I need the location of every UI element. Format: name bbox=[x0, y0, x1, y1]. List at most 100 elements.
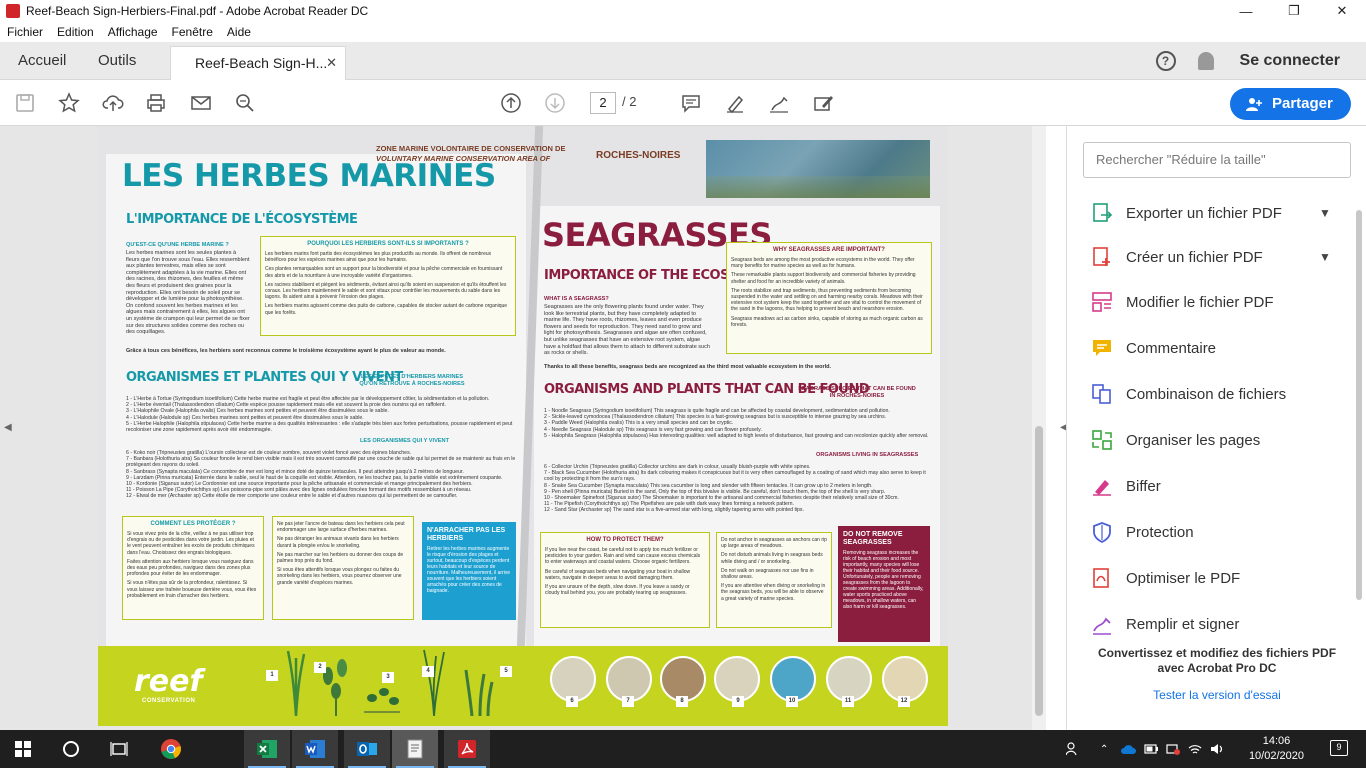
chevron-down-icon[interactable]: ▼ bbox=[1319, 206, 1331, 220]
organism-number-tag: 12 bbox=[898, 696, 910, 707]
tools-scrollbar[interactable] bbox=[1353, 196, 1365, 626]
tool-label: Optimiser le PDF bbox=[1126, 569, 1241, 587]
tool-protect[interactable]: Protection bbox=[1091, 519, 1194, 545]
plant-number-tag: 4 bbox=[422, 666, 434, 677]
next-page-icon[interactable] bbox=[544, 92, 566, 114]
sign-pen-icon[interactable] bbox=[768, 92, 790, 114]
menu-fichier[interactable]: Fichier bbox=[0, 25, 50, 39]
upgrade-promo: Convertissez et modifiez des fichiers PD… bbox=[1067, 646, 1366, 702]
onedrive-cloud-icon[interactable] bbox=[1120, 743, 1137, 755]
upload-cloud-icon[interactable] bbox=[102, 92, 124, 114]
tool-comment[interactable]: Commentaire bbox=[1091, 335, 1216, 361]
list-item: 7 - Black Sea Cucumber (Holothuria atra)… bbox=[544, 470, 926, 483]
close-button[interactable]: ✕ bbox=[1318, 0, 1366, 22]
protect-icon bbox=[1093, 522, 1111, 543]
tool-export-pdf[interactable]: Exporter un fichier PDF ▼ bbox=[1091, 200, 1331, 226]
acrobat-reader-icon bbox=[458, 740, 476, 758]
list-item: Do not anchor in seagrasses as anchors c… bbox=[721, 537, 827, 550]
outlook-icon bbox=[357, 742, 377, 756]
document-viewer-icon bbox=[407, 739, 423, 759]
list-item: Ne pas jeter l'ancre de bateau dans les … bbox=[277, 521, 405, 534]
fr-protect-box-2: Ne pas jeter l'ancre de bateau dans les … bbox=[272, 516, 414, 620]
start-button[interactable] bbox=[0, 730, 46, 768]
fr-benefits-text: Grâce à tous ces bénéfices, les herbiers… bbox=[126, 348, 446, 354]
tool-create-pdf[interactable]: Créer un fichier PDF ▼ bbox=[1091, 244, 1331, 270]
en-why-box: WHY SEAGRASSES ARE IMPORTANT? Seagrass b… bbox=[726, 242, 932, 354]
plant-number-tag: 3 bbox=[382, 672, 394, 683]
list-item: 7 - Banbara (Holothuria atra) Sa couleur… bbox=[126, 456, 516, 469]
tab-document-label: Reef-Beach Sign-H... bbox=[195, 55, 328, 71]
list-item: Ne pas déranger les animaux vivants dans… bbox=[277, 536, 399, 549]
collapse-left-panel-icon[interactable]: ◀ bbox=[4, 422, 12, 433]
reef-logo: reef bbox=[134, 664, 203, 699]
task-view-button[interactable] bbox=[96, 730, 142, 768]
share-button[interactable]: Partager bbox=[1230, 88, 1351, 120]
tool-combine-files[interactable]: Combinaison de fichiers bbox=[1091, 381, 1286, 407]
tool-organize-pages[interactable]: Organiser les pages bbox=[1091, 427, 1260, 453]
menu-fenetre[interactable]: Fenêtre bbox=[165, 25, 220, 39]
save-icon[interactable] bbox=[14, 92, 36, 114]
tool-edit-pdf[interactable]: Modifier le fichier PDF bbox=[1091, 289, 1274, 315]
tool-label: Créer un fichier PDF bbox=[1126, 248, 1263, 266]
notifications-icon[interactable]: 9 bbox=[1330, 740, 1348, 756]
list-item: These remarkable plants support biodiver… bbox=[731, 272, 916, 285]
page-number-input[interactable]: 2 bbox=[590, 92, 616, 114]
chevron-down-icon[interactable]: ▼ bbox=[1319, 250, 1331, 264]
outlook-taskbar-button[interactable] bbox=[344, 730, 390, 768]
chrome-taskbar-button[interactable] bbox=[148, 730, 194, 768]
list-item: 5 - Halophila Seagrass (Halophila stipul… bbox=[544, 432, 929, 439]
search-taskbar-button[interactable] bbox=[48, 730, 94, 768]
fr-q1-heading: QU'EST-CE QU'UNE HERBE MARINE ? bbox=[126, 242, 229, 248]
tab-tools[interactable]: Outils bbox=[98, 42, 136, 80]
word-taskbar-button[interactable] bbox=[292, 730, 338, 768]
show-hidden-icons-icon[interactable]: ⌃ bbox=[1100, 744, 1108, 755]
en-benefits-text: Thanks to all these benefits, seagrass b… bbox=[544, 364, 832, 370]
excel-taskbar-button[interactable] bbox=[244, 730, 290, 768]
close-tab-icon[interactable]: ✕ bbox=[326, 47, 337, 79]
highlight-pen-icon[interactable] bbox=[724, 92, 746, 114]
tool-label: Exporter un fichier PDF bbox=[1126, 204, 1282, 222]
print-icon[interactable] bbox=[145, 92, 167, 114]
fr-warning-body: Retirer les herbes marines augmente le r… bbox=[427, 546, 511, 594]
tool-fill-sign[interactable]: Remplir et signer bbox=[1091, 611, 1239, 637]
create-pdf-icon bbox=[1093, 247, 1110, 266]
pdf-page: LES HERBES MARINES ZONE MARINE VOLONTAIR… bbox=[98, 126, 948, 726]
en-q1-body: Seagrasses are the only flowering plants… bbox=[544, 304, 710, 356]
network-warning-icon[interactable] bbox=[1166, 743, 1181, 755]
wifi-icon[interactable] bbox=[1188, 743, 1202, 755]
tools-search-input[interactable]: Rechercher "Réduire la taille" bbox=[1083, 142, 1351, 178]
notification-bell-icon[interactable] bbox=[1197, 52, 1214, 70]
previous-page-icon[interactable] bbox=[500, 92, 522, 114]
acrobat-taskbar-button[interactable] bbox=[444, 730, 490, 768]
volume-icon[interactable] bbox=[1210, 743, 1224, 755]
email-icon[interactable] bbox=[190, 92, 212, 114]
document-scrollbar[interactable] bbox=[1032, 126, 1046, 730]
menu-aide[interactable]: Aide bbox=[220, 25, 258, 39]
taskbar-clock[interactable]: 14:06 10/02/2020 bbox=[1249, 734, 1304, 764]
minimize-button[interactable]: — bbox=[1222, 0, 1270, 22]
sign-in-link[interactable]: Se connecter bbox=[1240, 52, 1340, 70]
people-icon[interactable] bbox=[1066, 742, 1080, 756]
fr-protect-heading: COMMENT LES PROTÉGER ? bbox=[150, 521, 236, 527]
maximize-button[interactable]: ❐ bbox=[1270, 0, 1318, 22]
file-explorer-taskbar-button[interactable] bbox=[392, 730, 438, 768]
help-icon[interactable]: ? bbox=[1155, 51, 1176, 71]
comment-tool-icon[interactable] bbox=[680, 92, 702, 114]
tool-label: Remplir et signer bbox=[1126, 615, 1240, 633]
footer-band bbox=[98, 646, 948, 726]
fill-sign-icon[interactable] bbox=[812, 92, 834, 114]
tab-document[interactable]: Reef-Beach Sign-H... ✕ bbox=[170, 46, 346, 80]
tab-home[interactable]: Accueil bbox=[18, 42, 66, 80]
menu-edition[interactable]: Edition bbox=[50, 25, 101, 39]
trial-link[interactable]: Tester la version d'essai bbox=[1067, 688, 1366, 702]
battery-icon[interactable] bbox=[1144, 743, 1159, 755]
scrollbar-thumb[interactable] bbox=[1356, 210, 1362, 600]
task-view-icon bbox=[110, 742, 128, 756]
search-icon[interactable] bbox=[234, 92, 256, 114]
scrollbar-thumb[interactable] bbox=[1035, 426, 1043, 716]
tool-redact[interactable]: Biffer bbox=[1091, 473, 1161, 499]
star-icon[interactable] bbox=[58, 92, 80, 114]
comment-icon bbox=[1093, 340, 1111, 356]
tool-optimize-pdf[interactable]: Optimiser le PDF bbox=[1091, 565, 1240, 591]
menu-affichage[interactable]: Affichage bbox=[101, 25, 165, 39]
